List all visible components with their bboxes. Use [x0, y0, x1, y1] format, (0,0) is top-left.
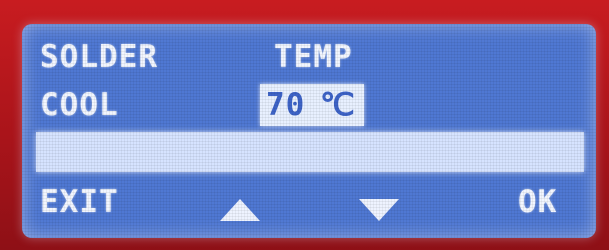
- ok-button-label: OK: [518, 184, 558, 220]
- temperature-unit: ℃: [320, 87, 356, 123]
- temperature-value: 70: [266, 87, 306, 123]
- stage-label: COOL: [40, 87, 119, 123]
- exit-button[interactable]: EXIT: [40, 179, 150, 229]
- temperature-value-field[interactable]: 70 ℃: [260, 84, 364, 126]
- progress-bar: [36, 132, 584, 172]
- exit-button-label: EXIT: [40, 184, 119, 220]
- triangle-up-icon: [220, 199, 260, 221]
- screen-title: TEMP: [274, 39, 353, 75]
- lcd-screen: SOLDER TEMP COOL 70 ℃ EXIT OK: [22, 24, 596, 238]
- down-button[interactable]: [357, 179, 401, 229]
- ok-button[interactable]: OK: [518, 179, 578, 229]
- mode-label: SOLDER: [40, 39, 158, 75]
- up-button[interactable]: [218, 179, 262, 229]
- device-frame: SOLDER TEMP COOL 70 ℃ EXIT OK: [0, 0, 609, 250]
- triangle-down-icon: [359, 199, 399, 221]
